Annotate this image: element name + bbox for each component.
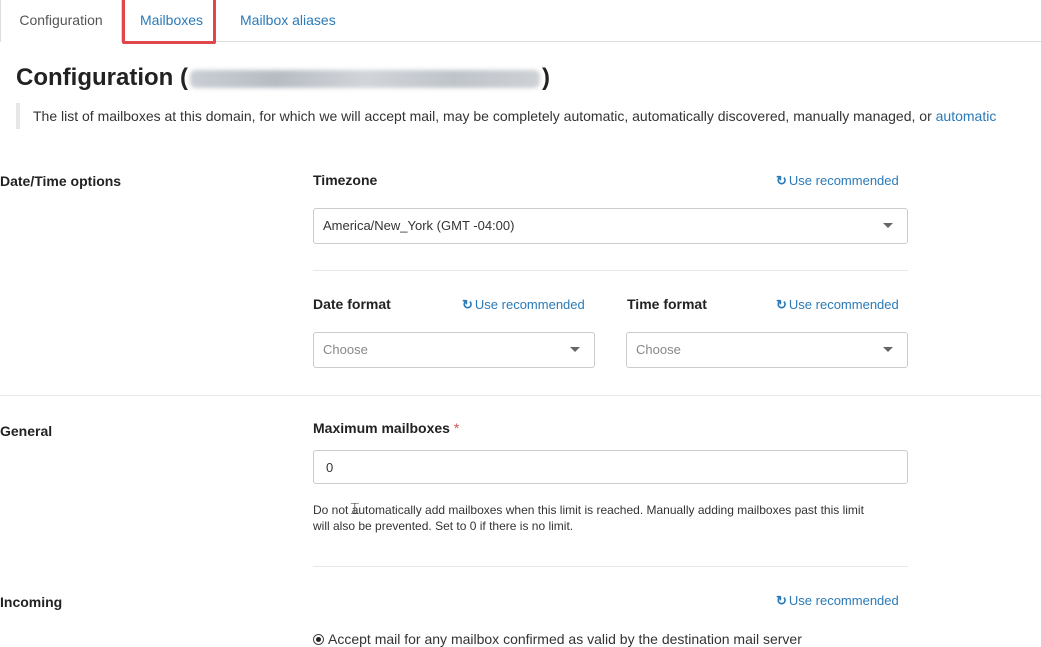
timezone-use-recommended[interactable]: ↻ Use recommended (776, 173, 899, 189)
incoming-radio-label: Accept mail for any mailbox confirmed as… (328, 631, 802, 647)
incoming-use-recommended[interactable]: ↻ Use recommended (776, 593, 899, 609)
chevron-down-icon (883, 347, 893, 352)
chevron-down-icon (570, 347, 580, 352)
date-format-select[interactable]: Choose (313, 332, 595, 368)
recommend-label: Use recommended (788, 173, 899, 188)
section-datetime-label: Date/Time options (0, 173, 122, 189)
time-format-value: Choose (636, 342, 681, 357)
timezone-select[interactable]: America/New_York (GMT -04:00) (313, 208, 908, 244)
help-line-2: will also be prevented. Set to 0 if ther… (313, 519, 574, 533)
recommend-label: Use recommended (788, 297, 899, 312)
required-mark: * (453, 420, 460, 436)
help-line-1: Do not automatically add mailboxes when … (313, 503, 864, 517)
divider (313, 566, 908, 567)
max-mailboxes-help: Do not automatically add mailboxes when … (313, 502, 953, 534)
page-description-link[interactable]: automatic (936, 108, 997, 124)
text-cursor-icon: ⌶ (350, 499, 360, 518)
section-general-label: General (0, 423, 53, 439)
redacted-domain (189, 69, 540, 88)
recommend-label: Use recommended (788, 593, 899, 608)
chevron-down-icon (883, 223, 893, 228)
page-description: The list of mailboxes at this domain, fo… (16, 103, 1020, 129)
page-title-prefix: Configuration ( (16, 64, 188, 91)
max-mailboxes-label-text: Maximum mailboxes (313, 420, 450, 436)
time-format-label: Time format (627, 296, 707, 312)
section-divider (0, 395, 1041, 396)
refresh-icon: ↻ (776, 593, 787, 608)
refresh-icon: ↻ (776, 173, 787, 188)
date-format-label: Date format (313, 296, 391, 312)
timezone-value: America/New_York (GMT -04:00) (323, 218, 515, 233)
tab-configuration[interactable]: Configuration (0, 0, 122, 42)
page-title-suffix: ) (541, 64, 550, 91)
time-format-select[interactable]: Choose (626, 332, 908, 368)
max-mailboxes-input[interactable] (313, 450, 908, 484)
refresh-icon: ↻ (776, 297, 787, 312)
max-mailboxes-label: Maximum mailboxes * (313, 420, 459, 436)
page-description-text: The list of mailboxes at this domain, fo… (33, 108, 936, 124)
divider (313, 270, 908, 271)
refresh-icon: ↻ (462, 297, 473, 312)
recommend-label: Use recommended (474, 297, 585, 312)
radio-selected-icon[interactable] (313, 634, 324, 645)
date-format-use-recommended[interactable]: ↻ Use recommended (462, 297, 585, 313)
incoming-radio-option[interactable]: Accept mail for any mailbox confirmed as… (313, 631, 802, 647)
section-incoming-label: Incoming (0, 594, 63, 610)
tab-mailbox-aliases[interactable]: Mailbox aliases (240, 0, 336, 41)
page-title: Configuration () (16, 64, 550, 92)
date-format-value: Choose (323, 342, 368, 357)
time-format-use-recommended[interactable]: ↻ Use recommended (776, 297, 899, 313)
tab-highlight-box (122, 0, 216, 44)
timezone-label: Timezone (313, 172, 378, 188)
